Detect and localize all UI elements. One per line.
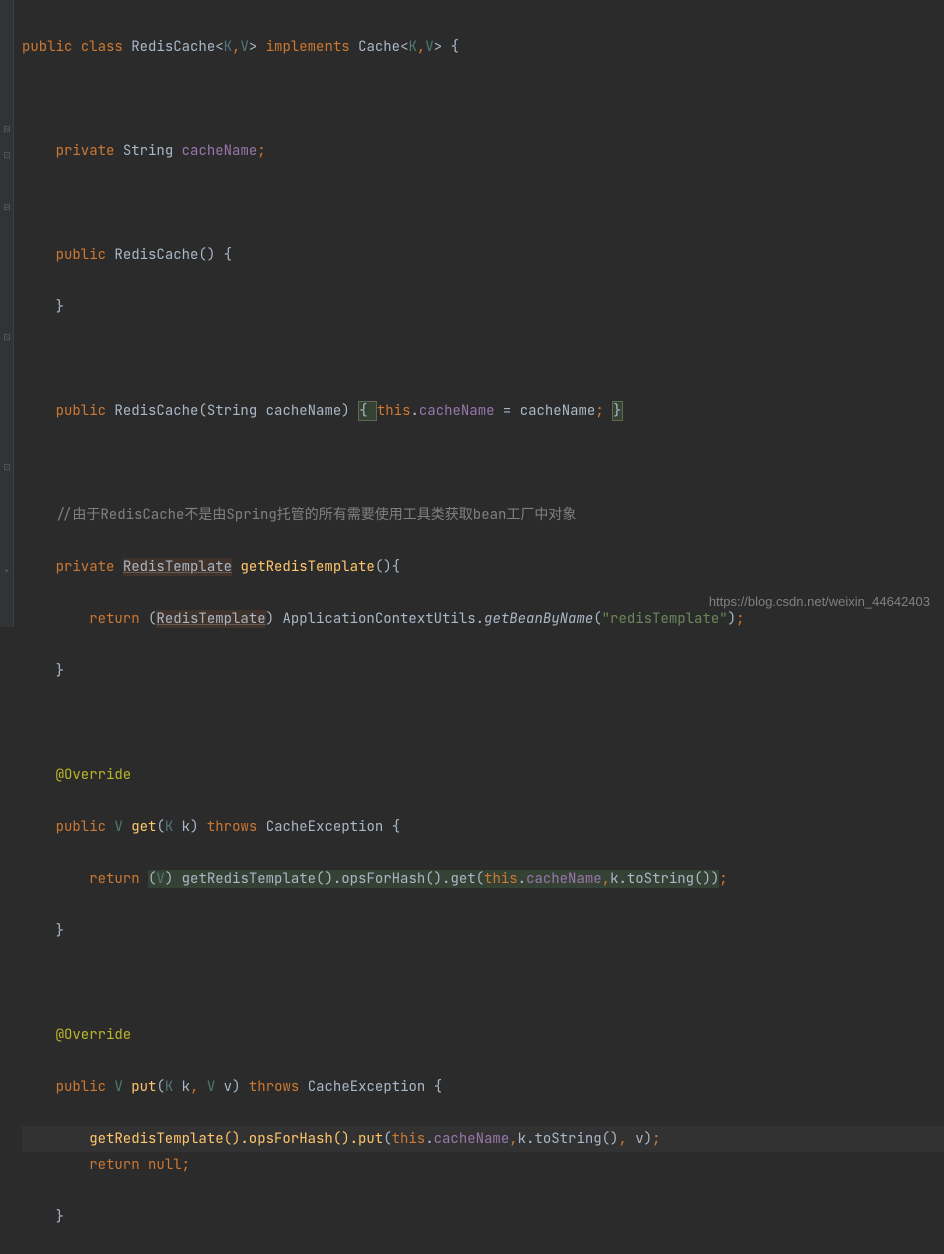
code-line: //由于RedisCache不是由Spring托管的所有需要使用工具类获取bea… [22,502,944,528]
code-line: @Override [22,1022,944,1048]
expand-icon[interactable]: ⊡ [2,454,12,464]
code-line: } [22,294,944,320]
expand-icon[interactable]: ⊡ [2,142,12,152]
caret-icon[interactable]: ▸ [2,558,12,568]
code-line: } [22,918,944,944]
code-line: return (V) getRedisTemplate().opsForHash… [22,866,944,892]
code-line: public V get(K k) throws CacheException … [22,814,944,840]
collapse-icon[interactable]: ⊟ [2,116,12,126]
code-line: private RedisTemplate getRedisTemplate()… [22,554,944,580]
editor-gutter: ⊟ ⊡ ⊟ ⊡ ⊡ ▸ [0,0,14,627]
code-editor[interactable]: public class RedisCache<K,V> implements … [0,0,944,1254]
code-line: public class RedisCache<K,V> implements … [22,34,944,60]
watermark-text: https://blog.csdn.net/weixin_44642403 [709,589,930,615]
code-line: public RedisCache(String cacheName) { th… [22,398,944,424]
code-line: public RedisCache() { [22,242,944,268]
collapse-icon[interactable]: ⊟ [2,194,12,204]
code-line: } [22,1204,944,1230]
code-line: @Override [22,762,944,788]
code-line: } [22,658,944,684]
code-line: public V put(K k, V v) throws CacheExcep… [22,1074,944,1100]
code-line: private String cacheName; [22,138,944,164]
expand-icon[interactable]: ⊡ [2,324,12,334]
code-line: return null; [22,1152,944,1178]
code-line-active: getRedisTemplate().opsForHash().put(this… [22,1126,944,1152]
